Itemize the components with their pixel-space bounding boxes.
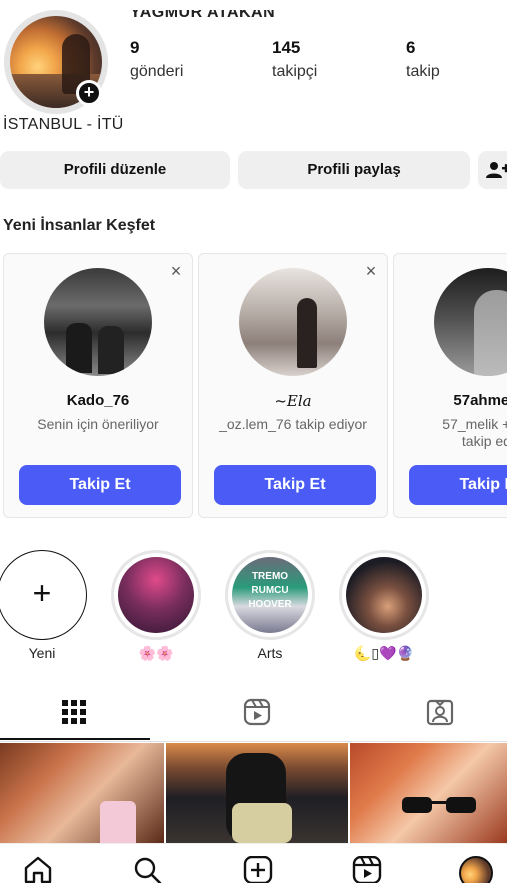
- bottom-navigation: [0, 843, 507, 883]
- suggestion-name[interactable]: Kado_76: [4, 392, 192, 409]
- highlight-ring: [339, 550, 429, 640]
- add-story-plus-icon[interactable]: +: [76, 80, 102, 106]
- suggested-people-carousel[interactable]: × Kado_76 Senin için öneriliyor Takip Et…: [0, 253, 507, 519]
- add-person-icon: [486, 162, 507, 178]
- suggestion-reason: Senin için öneriliyor: [37, 416, 159, 432]
- photo-phone: [100, 801, 136, 843]
- follow-button[interactable]: Takip Et: [409, 465, 507, 505]
- suggestion-avatar[interactable]: [239, 268, 347, 376]
- profile-username: YAĞMUR ATAKAN: [130, 4, 276, 21]
- suggestion-avatar[interactable]: [44, 268, 152, 376]
- suggestion-card: 57ahmets 57_melik + 1 d takip edi Takip …: [393, 253, 507, 518]
- follow-button[interactable]: Takip Et: [19, 465, 181, 505]
- stat-followers[interactable]: 145 takipçi: [272, 38, 317, 81]
- posts-count: 9: [130, 38, 140, 57]
- home-icon[interactable]: [23, 856, 53, 883]
- profile-bio: İSTANBUL - İTÜ: [3, 116, 124, 133]
- followers-label: takipçi: [272, 63, 318, 80]
- profile-header: YAĞMUR ATAKAN + 9 gönderi 145 takipçi 6 …: [0, 0, 507, 140]
- following-count: 6: [406, 38, 416, 57]
- photo-clothing: [232, 803, 292, 843]
- suggestion-name[interactable]: 57ahmets: [394, 392, 507, 409]
- highlight-ring: [111, 550, 201, 640]
- dismiss-close-icon[interactable]: ×: [363, 262, 379, 280]
- suggestion-name[interactable]: ~Ela: [199, 392, 387, 410]
- suggestion-reason-line: 57_melik + 1 d: [442, 416, 507, 432]
- highlight-cover-text: RUMCU: [251, 585, 289, 596]
- suggestion-card: × Kado_76 Senin için öneriliyor Takip Et: [3, 253, 193, 518]
- posts-label: gönderi: [130, 63, 184, 80]
- highlight-new[interactable]: + Yeni: [0, 550, 87, 661]
- highlight-cover: TREMO RUMCU HOOVER: [232, 557, 308, 633]
- photo-person: [474, 290, 507, 376]
- search-icon[interactable]: [133, 856, 163, 883]
- suggestion-card: × ~Ela _oz.lem_76 takip ediyor Takip Et: [198, 253, 388, 518]
- highlight-cover: [346, 557, 422, 633]
- grid-icon[interactable]: [60, 698, 90, 728]
- edit-profile-button[interactable]: Profili düzenle: [0, 151, 230, 189]
- suggestion-avatar[interactable]: [434, 268, 507, 376]
- suggestion-reason-line: takip edi: [461, 433, 507, 449]
- tagged-icon[interactable]: [426, 698, 456, 728]
- highlight-cover-text: HOOVER: [248, 599, 292, 610]
- photo-person: [98, 326, 124, 374]
- discover-people-title: Yeni İnsanlar Keşfet: [3, 217, 156, 234]
- highlight-item[interactable]: 🌜▯💜🔮: [339, 550, 429, 662]
- highlight-ring: TREMO RUMCU HOOVER: [225, 550, 315, 640]
- following-label: takip: [406, 63, 440, 80]
- highlight-cover: [118, 557, 194, 633]
- share-profile-button[interactable]: Profili paylaş: [238, 151, 470, 189]
- photo-person: [66, 323, 92, 373]
- profile-actions: Profili düzenle Profili paylaş: [0, 151, 507, 189]
- highlight-label: 🌸🌸: [138, 645, 174, 661]
- follow-button[interactable]: Takip Et: [214, 465, 376, 505]
- highlight-item[interactable]: 🌸🌸: [111, 550, 201, 662]
- post-thumbnail[interactable]: [166, 743, 348, 843]
- discover-people-button[interactable]: [478, 151, 507, 189]
- photo-sunglasses: [402, 797, 476, 813]
- reels-icon[interactable]: [352, 855, 382, 883]
- post-thumbnail[interactable]: [350, 743, 507, 843]
- plus-icon: +: [0, 550, 87, 640]
- suggestion-reason: 57_melik + 1 d takip edi: [394, 416, 507, 450]
- create-icon[interactable]: [243, 855, 273, 883]
- posts-grid: [0, 743, 507, 843]
- active-tab-indicator: [0, 738, 150, 740]
- dismiss-close-icon[interactable]: ×: [168, 262, 184, 280]
- stat-following[interactable]: 6 takip: [406, 38, 440, 81]
- highlight-label: 🌜▯💜🔮: [354, 645, 414, 661]
- suggestion-reason: _oz.lem_76 takip ediyor: [219, 416, 367, 432]
- reels-icon[interactable]: [243, 698, 273, 728]
- highlight-cover-text: TREMO: [251, 571, 289, 582]
- stat-posts[interactable]: 9 gönderi: [130, 38, 183, 81]
- photo-person: [297, 298, 317, 368]
- highlight-item[interactable]: TREMO RUMCU HOOVER Arts: [225, 550, 315, 661]
- highlight-label: Yeni: [28, 645, 56, 661]
- post-thumbnail[interactable]: [0, 743, 164, 843]
- highlight-label: Arts: [257, 645, 283, 661]
- profile-avatar[interactable]: [459, 856, 493, 883]
- followers-count: 145: [272, 38, 301, 57]
- profile-content-tabs: [0, 690, 507, 742]
